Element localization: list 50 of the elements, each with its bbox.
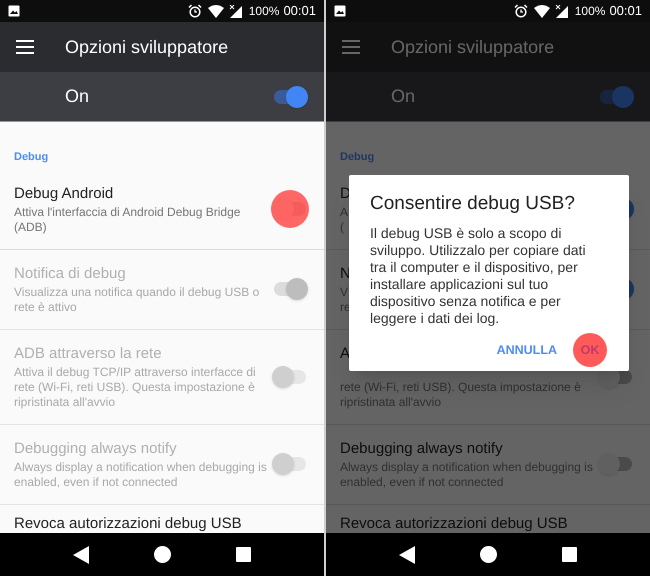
toggle-switch[interactable] [598, 453, 634, 475]
back-icon[interactable] [72, 546, 89, 564]
toolbar-title: Opzioni sviluppatore [391, 36, 554, 59]
recent-apps-icon[interactable] [236, 547, 252, 562]
toolbar-title: Opzioni sviluppatore [65, 36, 228, 59]
setting-title: A [340, 344, 350, 362]
setting-description: Visualizza una notifica quando il debug USB o rete è attivo [14, 284, 260, 314]
setting-title: ADB attraverso la rete [14, 344, 162, 362]
picture-notification-icon [334, 5, 346, 17]
back-icon[interactable] [398, 546, 415, 564]
dialog-button[interactable]: OK [573, 333, 607, 367]
setting-title: Notifica di debug [14, 264, 126, 282]
toggle-switch[interactable] [272, 453, 308, 475]
setting-title[interactable]: Revoca autorizzazioni debug USB [14, 514, 242, 532]
toggle-switch[interactable] [272, 86, 308, 108]
setting-title: Debugging always notify [340, 438, 503, 458]
toggle-switch[interactable] [272, 278, 308, 300]
menu-icon[interactable] [16, 40, 34, 54]
setting-row[interactable]: Notifica di debug Visualizza una notifica quando il debug USB o rete è attivo [0, 250, 324, 330]
setting-row[interactable]: ADB attraverso la rete Attiva il debug TCP/IP attraverso interfacce di rete (Wi-Fi, reti USB). Questa impostazione è ripristinata all'avvio [0, 330, 324, 424]
toggle-switch[interactable] [598, 86, 634, 108]
home-icon[interactable] [154, 546, 171, 563]
section-header: Debug [339, 150, 376, 165]
setting-description: Always display a notification when debugging is enabled, even if not connected [14, 460, 268, 490]
dialog-message: Il debug USB è solo a scopo di sviluppo. Utilizzalo per copiare dati tra il computer e il dispositivo, per installare applicazioni sul tuo dispositivo senza notifica e per leggere i dati dei log. [370, 225, 587, 327]
signal-icon [554, 4, 568, 18]
setting-title[interactable]: Revoca autorizzazioni debug USB [340, 514, 568, 532]
alarm-icon [514, 4, 528, 18]
recent-apps-icon[interactable] [562, 547, 578, 562]
master-switch-label: On [65, 85, 90, 108]
wifi-icon [534, 4, 550, 18]
toggle-switch[interactable] [272, 366, 308, 388]
home-icon[interactable] [480, 546, 497, 563]
setting-description: Attiva il debug TCP/IP attraverso interfacce di rete (Wi-Fi, reti USB). Questa impostazione è ripristinata all'avvio [14, 364, 257, 410]
setting-title: Debugging always notify [14, 438, 177, 458]
battery-level: 100% [248, 3, 280, 20]
clock-time: 00:01 [283, 2, 316, 20]
setting-description: Attiva l'interfaccia di Android Debug Bridge (ADB) [14, 204, 242, 234]
clock-time: 00:01 [609, 2, 642, 20]
battery-level: 100% [574, 3, 606, 20]
picture-notification-icon [8, 5, 20, 17]
master-switch-label: On [391, 85, 416, 108]
section-header: Debug [13, 150, 50, 165]
setting-row[interactable]: Debugging always notify Always display a notification when debugging is enabled, even if not connected [0, 424, 324, 504]
wifi-icon [208, 4, 224, 18]
dialog-button[interactable]: ANNULLA [492, 333, 561, 367]
signal-icon [228, 4, 242, 18]
alarm-icon [188, 4, 202, 18]
dialog-title: Consentire debug USB? [370, 193, 576, 215]
setting-title: Debug Android [14, 184, 114, 202]
